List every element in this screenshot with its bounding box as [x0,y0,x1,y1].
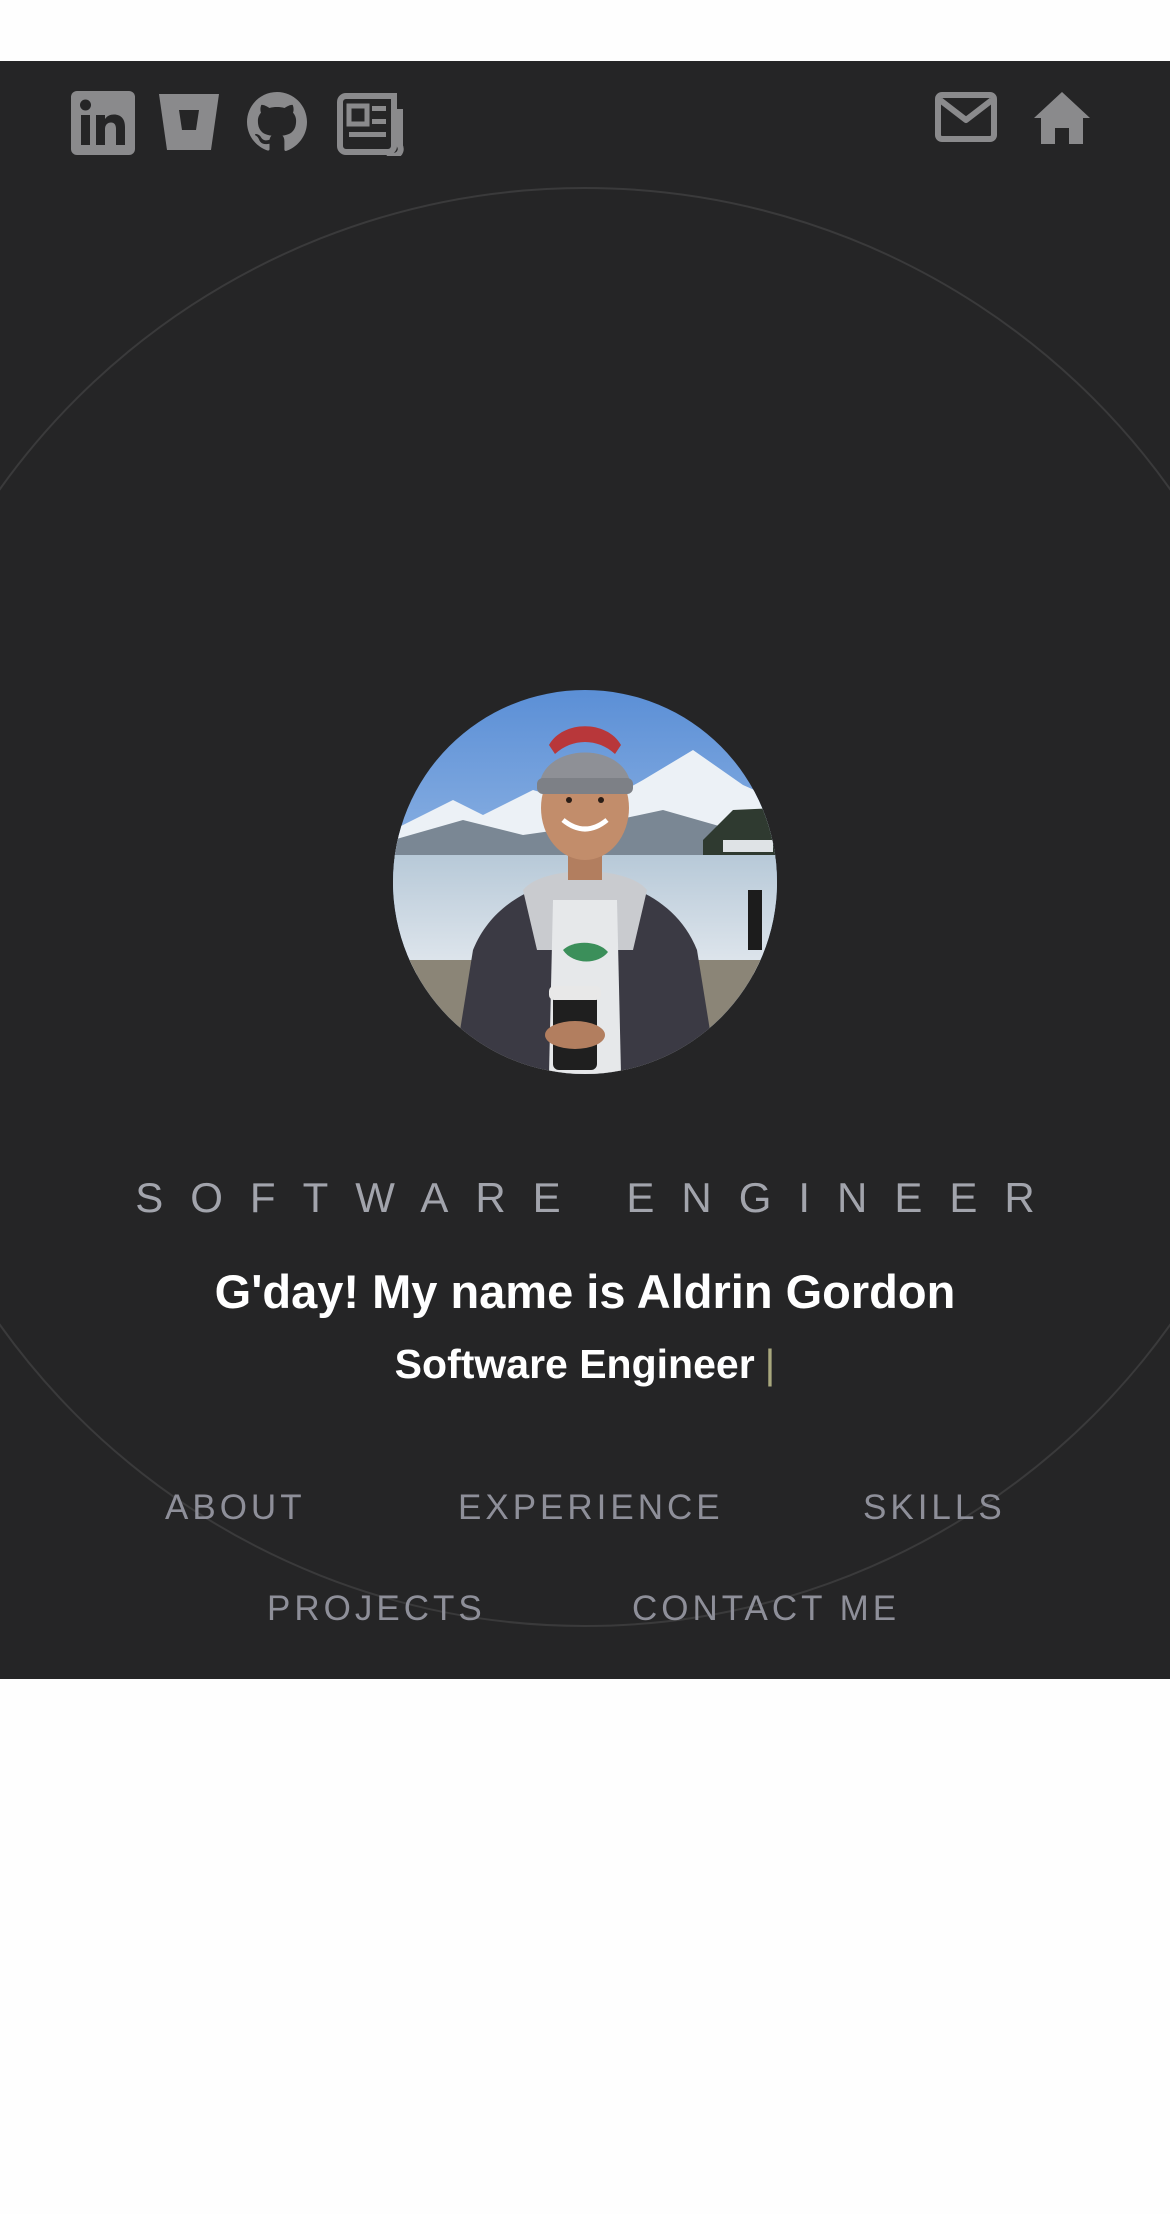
nav-experience[interactable]: EXPERIENCE [458,1488,724,1528]
page: SOFTWARE ENGINEER G'day! My name is Aldr… [0,0,1170,2214]
home-icon[interactable] [1032,90,1092,146]
blog-icon[interactable] [336,92,406,156]
github-icon[interactable] [245,90,309,154]
nav-skills[interactable]: SKILLS [863,1488,1006,1528]
typed-title-text: Software Engineer [394,1341,755,1387]
nav-projects[interactable]: PROJECTS [267,1589,486,1629]
mail-icon[interactable] [935,92,997,142]
typed-subtitle: Software Engineer | [0,1341,1170,1388]
nav-contact-me[interactable]: CONTACT ME [632,1589,900,1629]
linkedin-icon[interactable] [71,91,135,155]
bitbucket-icon[interactable] [157,92,221,152]
nav-about[interactable]: ABOUT [165,1488,306,1528]
typing-cursor: | [764,1341,776,1387]
greeting-heading: G'day! My name is Aldrin Gordon [214,1265,956,1318]
role-label: SOFTWARE ENGINEER [135,1174,1062,1221]
profile-avatar [393,690,777,1074]
hero-section: SOFTWARE ENGINEER G'day! My name is Aldr… [0,61,1170,1679]
